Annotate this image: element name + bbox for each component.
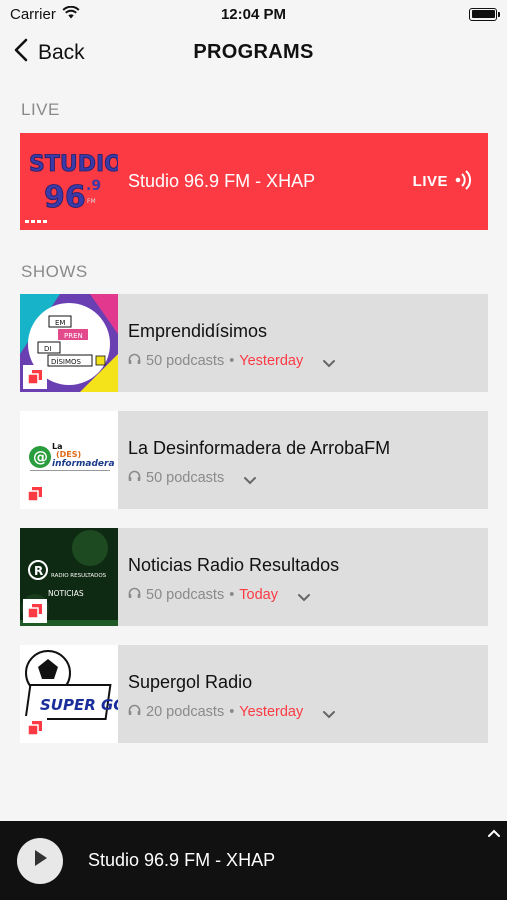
show-meta: 50 podcasts • Today [128,584,339,606]
show-title: Emprendidísimos [128,321,268,341]
podcast-count: 50 podcasts [146,353,225,369]
live-station-title: Studio 96.9 FM - XHAP [128,171,316,191]
svg-text:EM: EM [55,319,65,327]
live-badge: LIVE [412,169,474,194]
show-card-noticias[interactable]: R RADIO RESULTADOS NOTICIAS Noticias Rad… [20,528,488,626]
wifi-icon [62,5,80,23]
svg-text:96: 96 [44,180,86,215]
status-bar: Carrier 12:04 PM [0,0,507,28]
show-title: Noticias Radio Resultados [128,555,340,575]
show-date: Yesterday [239,704,304,720]
meta-dot: • [229,353,235,369]
show-title: La Desinformadera de ArrobaFM [128,438,391,458]
svg-text:R: R [34,564,43,578]
svg-text:informadera: informadera [52,459,115,469]
show-card-emprendidisimos[interactable]: EM PREN DI DÍSIMOS Emprendidísimos 50 po… [20,294,488,392]
mini-player: Studio 96.9 FM - XHAP [0,821,507,900]
chevron-down-icon[interactable] [243,473,257,489]
show-card-supergol[interactable]: SUPER GOL ! Supergol Radio 20 podcasts •… [20,645,488,743]
chevron-down-icon[interactable] [322,707,336,723]
battery-icon [469,7,500,21]
headphones-icon [128,470,141,486]
svg-text:@: @ [33,448,48,466]
play-icon [32,849,48,872]
now-playing-title: Studio 96.9 FM - XHAP [88,850,276,870]
svg-text:(DES): (DES) [56,450,81,459]
show-thumbnail: EM PREN DI DÍSIMOS [20,294,118,392]
show-thumbnail: @ La (DES) informadera [20,411,118,509]
shows-section-label: SHOWS [21,262,88,281]
headphones-icon [128,587,141,603]
meta-dot: • [229,587,235,603]
status-left: Carrier [10,5,80,23]
podcast-badge-icon [23,482,47,506]
broadcast-icon [452,169,474,194]
svg-text:FM: FM [87,198,96,205]
svg-text:DI: DI [44,345,51,353]
svg-text:RADIO RESULTADOS: RADIO RESULTADOS [51,573,107,579]
svg-text:SUPER GOL !: SUPER GOL ! [40,696,118,714]
live-section-label: LIVE [21,100,60,119]
podcast-badge-icon [23,365,47,389]
show-info: Supergol Radio 20 podcasts • Yesterday [118,645,336,743]
chevron-up-icon[interactable] [487,825,501,843]
svg-text:NOTICIAS: NOTICIAS [48,589,84,598]
show-meta: 20 podcasts • Yesterday [128,701,336,723]
svg-text:DÍSIMOS: DÍSIMOS [51,357,82,366]
podcast-count: 50 podcasts [146,470,225,486]
chevron-down-icon[interactable] [297,590,311,606]
show-title: Supergol Radio [128,672,253,692]
svg-text:PREN: PREN [64,332,83,340]
live-label: LIVE [412,173,448,190]
live-station-card[interactable]: STUDIO 96 .9 FM Studio 96.9 FM - XHAP LI… [20,133,488,230]
show-card-desinformadera[interactable]: @ La (DES) informadera La Desinformadera… [20,411,488,509]
headphones-icon [128,353,141,369]
podcast-badge-icon [23,599,47,623]
podcast-count: 50 podcasts [146,587,225,603]
studio-969-logo: STUDIO 96 .9 FM [20,133,123,230]
podcast-count: 20 podcasts [146,704,225,720]
headphones-icon [128,704,141,720]
logo-text: STUDIO [29,152,118,177]
show-meta: 50 podcasts [128,467,390,489]
nav-bar: Back PROGRAMS [0,28,507,78]
svg-text:.9: .9 [86,178,101,194]
carrier-label: Carrier [10,5,56,23]
play-button[interactable] [17,837,63,884]
show-date: Today [239,587,278,603]
show-thumbnail: SUPER GOL ! [20,645,118,743]
podcast-badge-icon [23,716,47,740]
chevron-down-icon[interactable] [322,356,336,372]
show-info: Emprendidísimos 50 podcasts • Yesterday [118,294,336,392]
show-info: La Desinformadera de ArrobaFM 50 podcast… [118,411,390,509]
show-meta: 50 podcasts • Yesterday [128,350,336,372]
show-date: Yesterday [239,353,304,369]
page-title: PROGRAMS [193,41,314,63]
show-thumbnail: R RADIO RESULTADOS NOTICIAS [20,528,118,626]
meta-dot: • [229,704,235,720]
show-info: Noticias Radio Resultados 50 podcasts • … [118,528,339,626]
